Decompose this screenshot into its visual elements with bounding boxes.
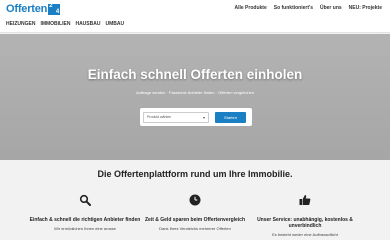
hero-title: Einfach schnell Offerten einholen [87,67,303,82]
category-nav: Heizungen Immobilien Hausbau Umbau [6,21,124,27]
feature-title: Einfach & schnell die richtigen Anbieter… [29,217,141,223]
hero-subtitle: Auftrage senden · Passende Anbieter find… [135,90,254,95]
hero-banner: Einfach schnell Offerten einholen Auftra… [0,34,390,160]
search-icon [79,194,91,206]
section-headline: Die Offertenplattform rund um Ihre Immob… [97,169,293,179]
thumbs-up-icon [299,195,311,205]
logo-mark-top: 2 [49,2,53,9]
nav-item-immobilien[interactable]: Immobilien [40,21,70,27]
top-bar: Offerten 2 4 Alle Produkte So funktionie… [0,0,390,33]
chevron-down-icon: ▾ [202,114,205,120]
nav-item-heizungen[interactable]: Heizungen [6,21,35,27]
logo-text: Offerten [6,3,48,15]
logo-mark-icon: 2 4 [48,2,61,15]
clock-icon [189,194,201,206]
feature-text: Wir ermöglichen Ihnen eine grosse [54,226,116,230]
product-select-value: Produkt wählen [147,115,172,119]
top-link-how-it-works[interactable]: So funktioniert's [274,5,313,11]
top-link-about-us[interactable]: Über uns [320,5,342,11]
top-links: Alle Produkte So funktioniert's Über uns… [235,5,383,11]
product-select[interactable]: Produkt wählen ▾ [143,111,209,123]
feature-title: Unser Service: unabhängig, kostenlos & u… [257,217,353,229]
product-search-box: Produkt wählen ▾ Starten [140,108,252,126]
feature-title: Zeit & Geld sparen beim Offertenvergleic… [144,217,246,223]
feature-text: Es besteht weder eine Auftragspflicht [272,232,338,236]
top-link-projects[interactable]: NEU: Projekte [349,5,382,11]
logo[interactable]: Offerten 2 4 [6,2,61,15]
nav-item-hausbau[interactable]: Hausbau [75,21,100,27]
feature-free-service: Unser Service: unabhängig, kostenlos & u… [245,193,365,236]
feature-find-providers: Einfach & schnell die richtigen Anbieter… [25,193,145,230]
feature-save-time: Zeit & Geld sparen beim Offertenvergleic… [135,193,255,230]
top-link-all-products[interactable]: Alle Produkte [235,5,267,11]
start-button[interactable]: Starten [215,111,246,123]
feature-text: Dank Ihres Vergleichs mehrerer Offerten [159,226,231,230]
nav-item-umbau[interactable]: Umbau [105,21,124,27]
logo-mark-bottom: 4 [55,8,60,15]
